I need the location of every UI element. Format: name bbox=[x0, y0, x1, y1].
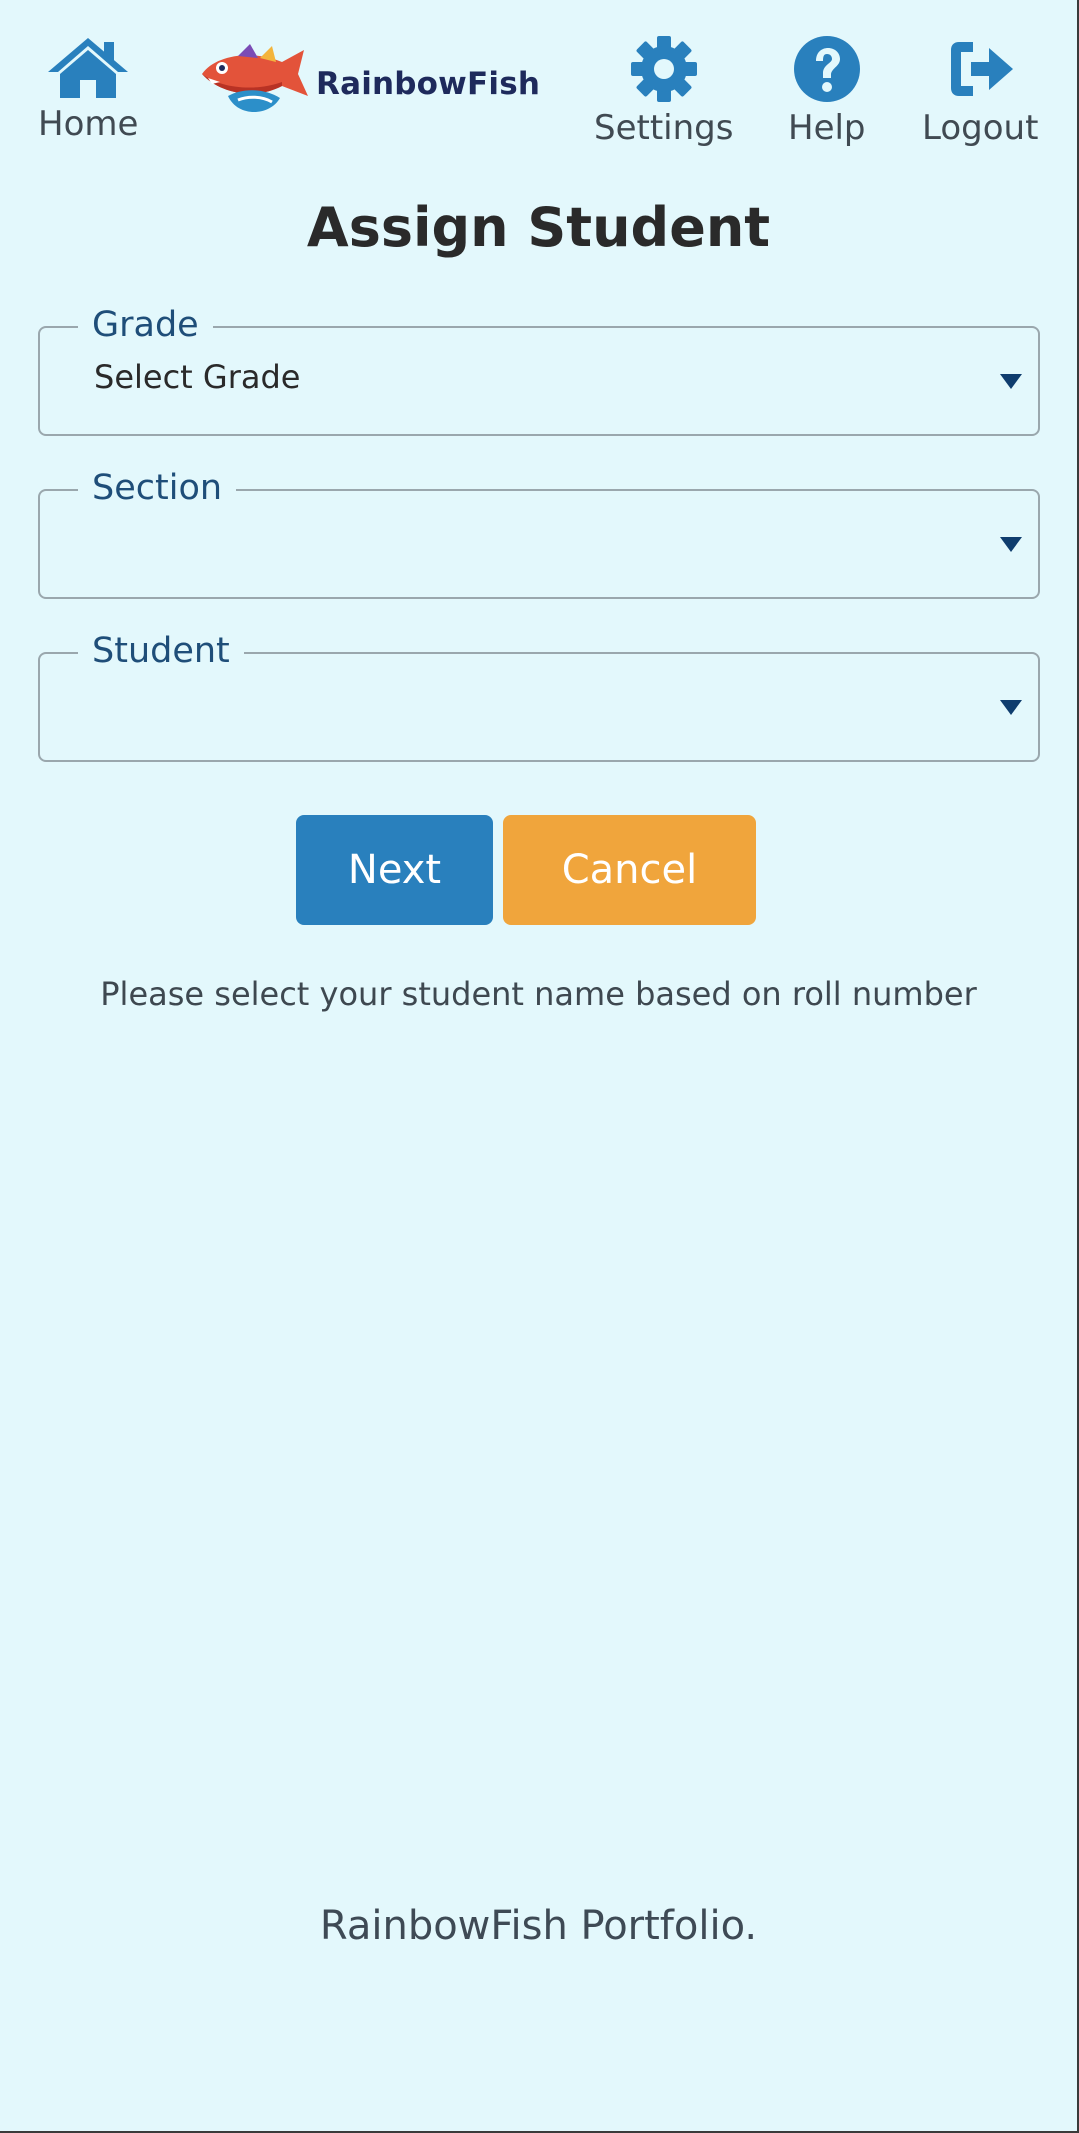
grade-value: Select Grade bbox=[94, 358, 301, 396]
cancel-button[interactable]: Cancel bbox=[503, 815, 756, 925]
rainbowfish-logo: RainbowFish bbox=[198, 44, 540, 124]
nav-logout[interactable]: Logout bbox=[922, 34, 1038, 149]
nav-help[interactable]: Help bbox=[788, 34, 866, 149]
sign-out-icon bbox=[945, 34, 1015, 104]
caret-down-icon bbox=[1000, 374, 1022, 389]
caret-down-icon bbox=[1000, 700, 1022, 715]
top-nav: Home RainbowFish Settings Help Logout bbox=[0, 0, 1077, 170]
grade-select[interactable]: Grade Select Grade bbox=[38, 304, 1040, 436]
footer-text: RainbowFish Portfolio. bbox=[319, 1903, 758, 1949]
home-icon bbox=[46, 34, 130, 100]
caret-down-icon bbox=[1000, 537, 1022, 552]
nav-home[interactable]: Home bbox=[38, 34, 138, 145]
gear-icon bbox=[629, 34, 699, 104]
helper-text: Please select your student name based on… bbox=[100, 975, 977, 1013]
page-title: Assign Student bbox=[306, 196, 771, 259]
nav-help-label: Help bbox=[788, 108, 866, 148]
nav-logout-label: Logout bbox=[922, 108, 1039, 148]
nav-home-label: Home bbox=[38, 104, 139, 144]
grade-label: Grade bbox=[78, 304, 213, 346]
brand-name: RainbowFish bbox=[316, 66, 541, 102]
fish-logo-icon bbox=[198, 44, 310, 124]
nav-settings[interactable]: Settings bbox=[594, 34, 733, 149]
student-label: Student bbox=[78, 630, 244, 672]
question-icon bbox=[792, 34, 862, 104]
section-label: Section bbox=[78, 467, 237, 509]
section-select[interactable]: Section bbox=[38, 467, 1040, 599]
student-select[interactable]: Student bbox=[38, 630, 1040, 762]
nav-settings-label: Settings bbox=[594, 108, 734, 148]
next-button[interactable]: Next bbox=[296, 815, 493, 925]
